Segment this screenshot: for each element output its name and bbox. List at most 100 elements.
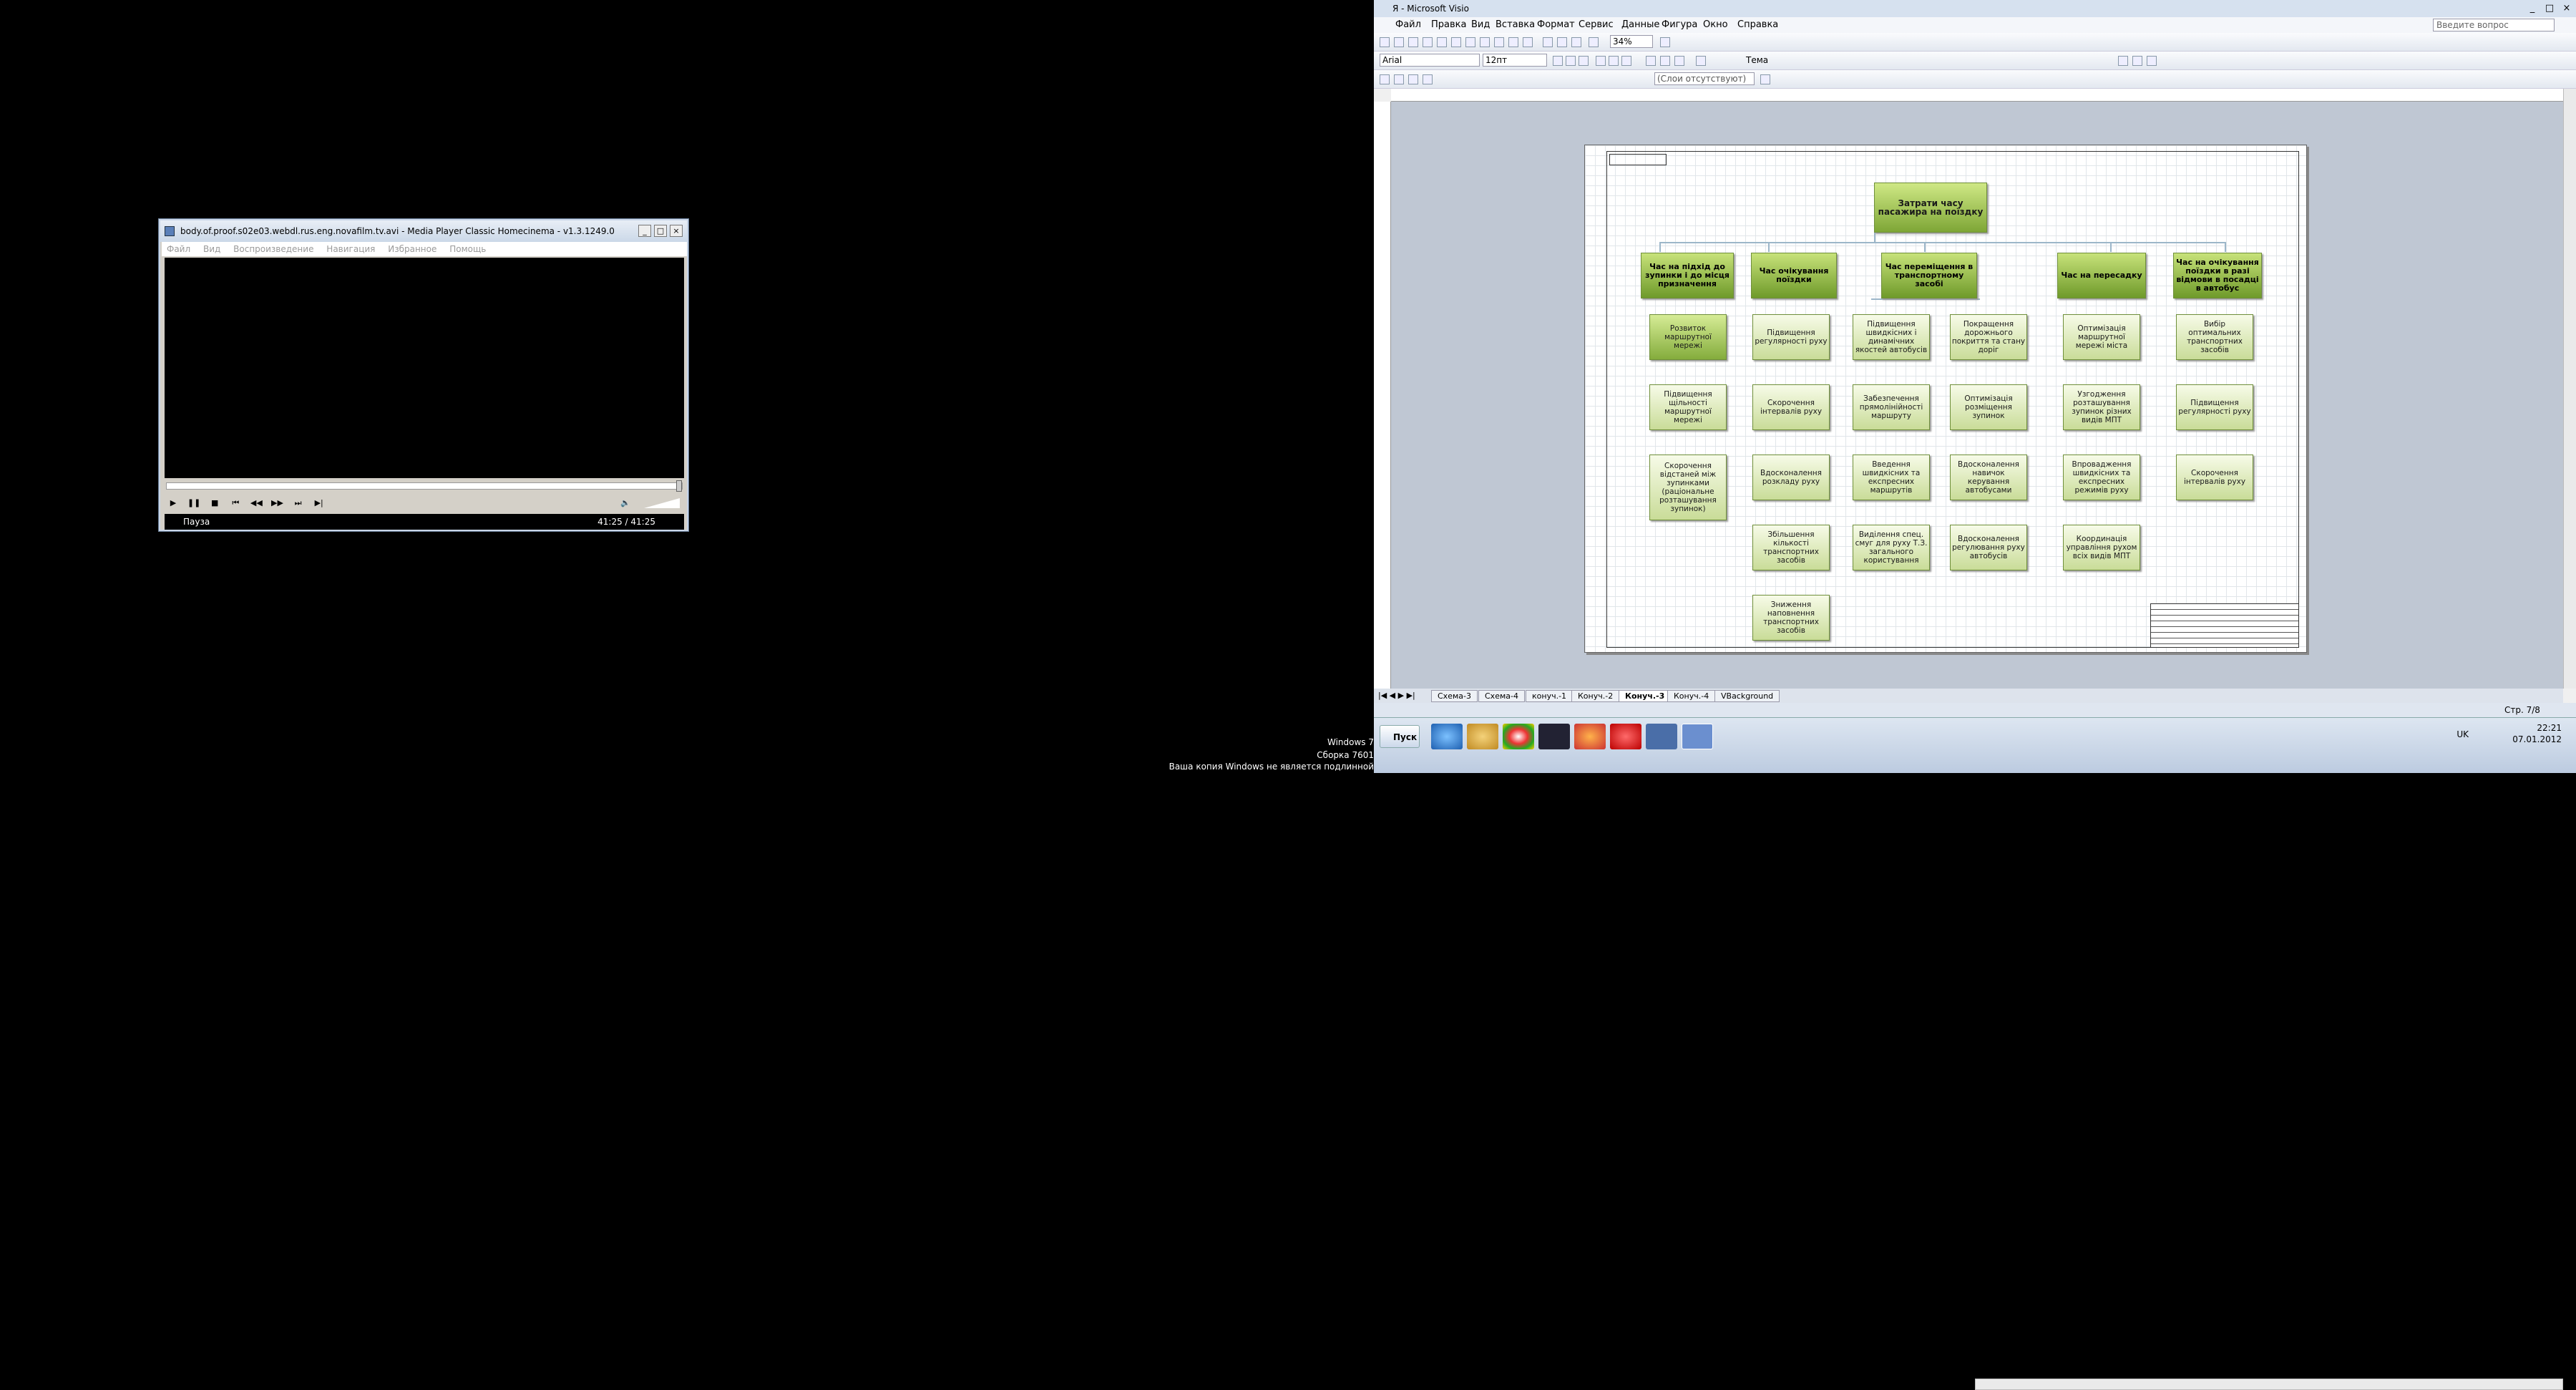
- item-box[interactable]: Оптимізація маршрутної мережі міста: [2063, 314, 2140, 360]
- item-box[interactable]: Підвищення щільності маршрутної мережі: [1649, 384, 1727, 430]
- item-box[interactable]: Вдосконалення навичок керування автобуса…: [1950, 455, 2027, 500]
- align-right-icon[interactable]: [1621, 56, 1631, 66]
- menu-edit[interactable]: Правка: [1431, 17, 1466, 33]
- prev-icon[interactable]: ⏮: [228, 496, 243, 510]
- mpc-title-bar[interactable]: body.of.proof.s02e03.webdl.rus.eng.novaf…: [160, 220, 687, 242]
- distribute-icon[interactable]: [1394, 74, 1404, 84]
- menu-data[interactable]: Данные: [1621, 17, 1659, 33]
- group-head-3[interactable]: Час переміщення в транспортному засобі: [1881, 253, 1977, 298]
- group-head-5[interactable]: Час на очікування поїздки в разі відмови…: [2173, 253, 2262, 298]
- layer-props-icon[interactable]: [1760, 74, 1770, 84]
- menu-file[interactable]: Файл: [1395, 17, 1421, 33]
- group-head-4[interactable]: Час на пересадку: [2057, 253, 2146, 298]
- menu-file[interactable]: Файл: [167, 244, 190, 254]
- save-icon[interactable]: [1408, 37, 1418, 47]
- seek-knob[interactable]: [676, 480, 682, 492]
- language-indicator[interactable]: UK: [2457, 729, 2469, 739]
- menu-format[interactable]: Формат: [1537, 17, 1575, 33]
- tab-page-5[interactable]: Конуч.-3: [1619, 690, 1672, 702]
- next-icon[interactable]: ⏭: [291, 496, 306, 510]
- group-head-2[interactable]: Час очікування поїздки: [1751, 253, 1837, 298]
- item-box[interactable]: Підвищення регулярності руху: [1752, 314, 1830, 360]
- item-box[interactable]: Вдосконалення розкладу руху: [1752, 455, 1830, 500]
- ellipse-icon[interactable]: [2132, 56, 2142, 66]
- tab-page-7[interactable]: VBackground: [1714, 690, 1780, 702]
- maximize-button[interactable]: □: [654, 225, 667, 237]
- bring-front-icon[interactable]: [1423, 74, 1433, 84]
- open-icon[interactable]: [1394, 37, 1404, 47]
- item-box[interactable]: Підвищення регулярності руху: [2176, 384, 2253, 430]
- item-box[interactable]: Введення швидкісних та експресних маршру…: [1853, 455, 1930, 500]
- zoom-combo[interactable]: 34%: [1610, 35, 1653, 48]
- item-box[interactable]: Впровадження швидкісних та експресних ре…: [2063, 455, 2140, 500]
- close-button[interactable]: ×: [670, 225, 683, 237]
- layer-combo[interactable]: (Слои отсутствуют): [1654, 72, 1755, 85]
- visio-title-bar[interactable]: Я - Microsoft Visio: [1374, 0, 2576, 17]
- visio-minimize-button[interactable]: _: [2524, 1, 2540, 16]
- help-search-input[interactable]: Введите вопрос: [2433, 19, 2555, 31]
- app-icon[interactable]: [1646, 724, 1677, 749]
- media-player-icon[interactable]: [1538, 724, 1570, 749]
- line-weight-icon[interactable]: [1696, 56, 1706, 66]
- font-color-icon[interactable]: [1646, 56, 1656, 66]
- align-center-icon[interactable]: [1609, 56, 1619, 66]
- spell-icon[interactable]: [1451, 37, 1461, 47]
- item-box[interactable]: Узгодження розташування зупинок різних в…: [2063, 384, 2140, 430]
- opera-icon[interactable]: [1610, 724, 1641, 749]
- item-box[interactable]: Виділення спец. смуг для руху Т.З. загал…: [1853, 525, 1930, 570]
- ie-icon[interactable]: [1431, 724, 1463, 749]
- frame-step-icon[interactable]: ▶|: [312, 496, 326, 510]
- menu-navigate[interactable]: Навигация: [326, 244, 375, 254]
- rewind-icon[interactable]: ◀◀: [249, 496, 263, 510]
- rectangle-icon[interactable]: [2118, 56, 2128, 66]
- firefox-icon[interactable]: [1574, 724, 1606, 749]
- group-head-1[interactable]: Час на підхід до зупинки і до місця приз…: [1641, 253, 1734, 298]
- cut-icon[interactable]: [1465, 37, 1475, 47]
- item-box[interactable]: Забезпечення прямолінійності маршруту: [1853, 384, 1930, 430]
- fill-color-icon[interactable]: [1674, 56, 1684, 66]
- undo-icon[interactable]: [1508, 37, 1518, 47]
- pointer-icon[interactable]: [1543, 37, 1553, 47]
- connector-icon[interactable]: [1557, 37, 1567, 47]
- new-icon[interactable]: [1380, 37, 1390, 47]
- group-icon[interactable]: [1408, 74, 1418, 84]
- tab-page-1[interactable]: Схема-3: [1431, 690, 1478, 702]
- print-icon[interactable]: [1423, 37, 1433, 47]
- visio-maximize-button[interactable]: □: [2542, 1, 2557, 16]
- item-box[interactable]: Вдосконалення регулювання руху автобусів: [1950, 525, 2027, 570]
- tab-page-2[interactable]: Схема-4: [1478, 690, 1525, 702]
- item-box[interactable]: Підвищення швидкісних і динамічних якост…: [1853, 314, 1930, 360]
- tab-page-4[interactable]: Конуч.-2: [1571, 690, 1620, 702]
- help-icon[interactable]: [1660, 37, 1670, 47]
- video-area[interactable]: [165, 258, 684, 478]
- root-box[interactable]: Затрати часу пасажира на поїздку: [1874, 183, 1987, 233]
- menu-shape[interactable]: Фигура: [1662, 17, 1697, 33]
- menu-favorites[interactable]: Избранное: [388, 244, 436, 254]
- stop-icon[interactable]: ■: [208, 496, 222, 510]
- item-box[interactable]: Зниження наповнення транспортних засобів: [1752, 595, 1830, 641]
- item-box[interactable]: Скорочення інтервалів руху: [2176, 455, 2253, 500]
- paste-icon[interactable]: [1494, 37, 1504, 47]
- forward-icon[interactable]: ▶▶: [270, 496, 284, 510]
- italic-icon[interactable]: [1566, 56, 1576, 66]
- explorer-icon[interactable]: [1467, 724, 1498, 749]
- clock[interactable]: 22:21 07.01.2012: [2512, 722, 2562, 745]
- volume-slider[interactable]: [637, 497, 680, 508]
- menu-help[interactable]: Справка: [1737, 17, 1778, 33]
- menu-view[interactable]: Вид: [1471, 17, 1490, 33]
- preview-icon[interactable]: [1437, 37, 1447, 47]
- pause-icon[interactable]: ❚❚: [187, 496, 201, 510]
- menu-help[interactable]: Помощь: [449, 244, 486, 254]
- text-tool-icon[interactable]: [1571, 37, 1581, 47]
- vertical-scrollbar[interactable]: [2563, 89, 2576, 689]
- line-color-icon[interactable]: [1660, 56, 1670, 66]
- redo-icon[interactable]: [1523, 37, 1533, 47]
- item-box[interactable]: Скорочення інтервалів руху: [1752, 384, 1830, 430]
- align-shapes-icon[interactable]: [1380, 74, 1390, 84]
- menu-view[interactable]: Вид: [203, 244, 220, 254]
- align-left-icon[interactable]: [1596, 56, 1606, 66]
- menu-tools[interactable]: Сервис: [1579, 17, 1614, 33]
- visio-task-icon[interactable]: [1682, 724, 1713, 749]
- tab-nav-icon[interactable]: |◀ ◀ ▶ ▶|: [1378, 689, 1415, 703]
- play-icon[interactable]: ▶: [166, 496, 180, 510]
